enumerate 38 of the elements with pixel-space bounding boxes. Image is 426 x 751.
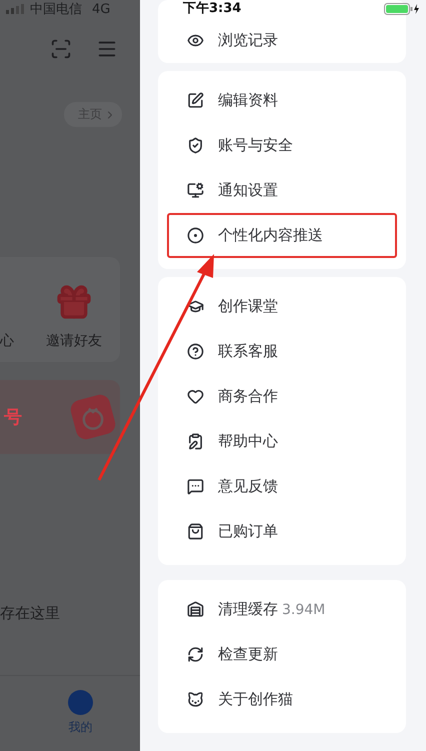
scan-icon[interactable] bbox=[50, 38, 72, 60]
menu-item[interactable]: 检查更新 bbox=[167, 632, 397, 677]
cache-size: 3.94M bbox=[282, 602, 326, 618]
help-icon bbox=[187, 343, 204, 360]
menu-item[interactable]: 联系客服 bbox=[167, 329, 397, 374]
menu-item[interactable]: 账号与安全 bbox=[167, 123, 397, 168]
chat-bubble-icon bbox=[187, 478, 204, 495]
menu-item[interactable]: 编辑资料 bbox=[167, 78, 397, 123]
menu-item[interactable]: 意见反馈 bbox=[167, 464, 397, 509]
banner-title: 号 bbox=[4, 406, 22, 429]
eye-icon bbox=[187, 32, 204, 49]
target-icon bbox=[187, 227, 204, 244]
building-icon bbox=[187, 601, 204, 618]
cat-icon bbox=[187, 691, 204, 708]
menu-item[interactable]: 商务合作 bbox=[167, 374, 397, 419]
shopping-bag-icon bbox=[187, 523, 204, 540]
menu-item[interactable]: 关于创作猫 bbox=[167, 677, 397, 722]
network-type: 4G bbox=[92, 2, 110, 16]
menu-item[interactable]: 帮助中心 bbox=[167, 419, 397, 464]
menu-item[interactable]: 清理缓存 3.94M bbox=[167, 587, 397, 632]
menu-item[interactable]: 已购订单 bbox=[167, 509, 397, 554]
heart-icon bbox=[187, 388, 204, 405]
signal-icon bbox=[6, 4, 24, 14]
menu-item[interactable]: 个性化内容推送 bbox=[167, 213, 397, 258]
carrier-name: 中国电信 bbox=[30, 1, 82, 18]
refresh-icon bbox=[187, 646, 204, 663]
shield-icon bbox=[187, 137, 204, 154]
avatar-icon bbox=[68, 690, 93, 715]
edit-icon bbox=[187, 92, 204, 109]
clock: 下午3:34 bbox=[183, 1, 242, 17]
empty-hint: 存在这里 bbox=[0, 604, 61, 623]
monitor-gear-icon bbox=[187, 182, 204, 199]
menu-item[interactable]: 创作课堂 bbox=[167, 284, 397, 329]
graduation-cap-icon bbox=[187, 298, 204, 315]
battery-icon bbox=[384, 3, 420, 15]
menu-item[interactable]: 浏览记录 bbox=[167, 18, 397, 63]
clipboard-icon bbox=[187, 433, 204, 450]
menu-item[interactable]: 通知设置 bbox=[167, 168, 397, 213]
